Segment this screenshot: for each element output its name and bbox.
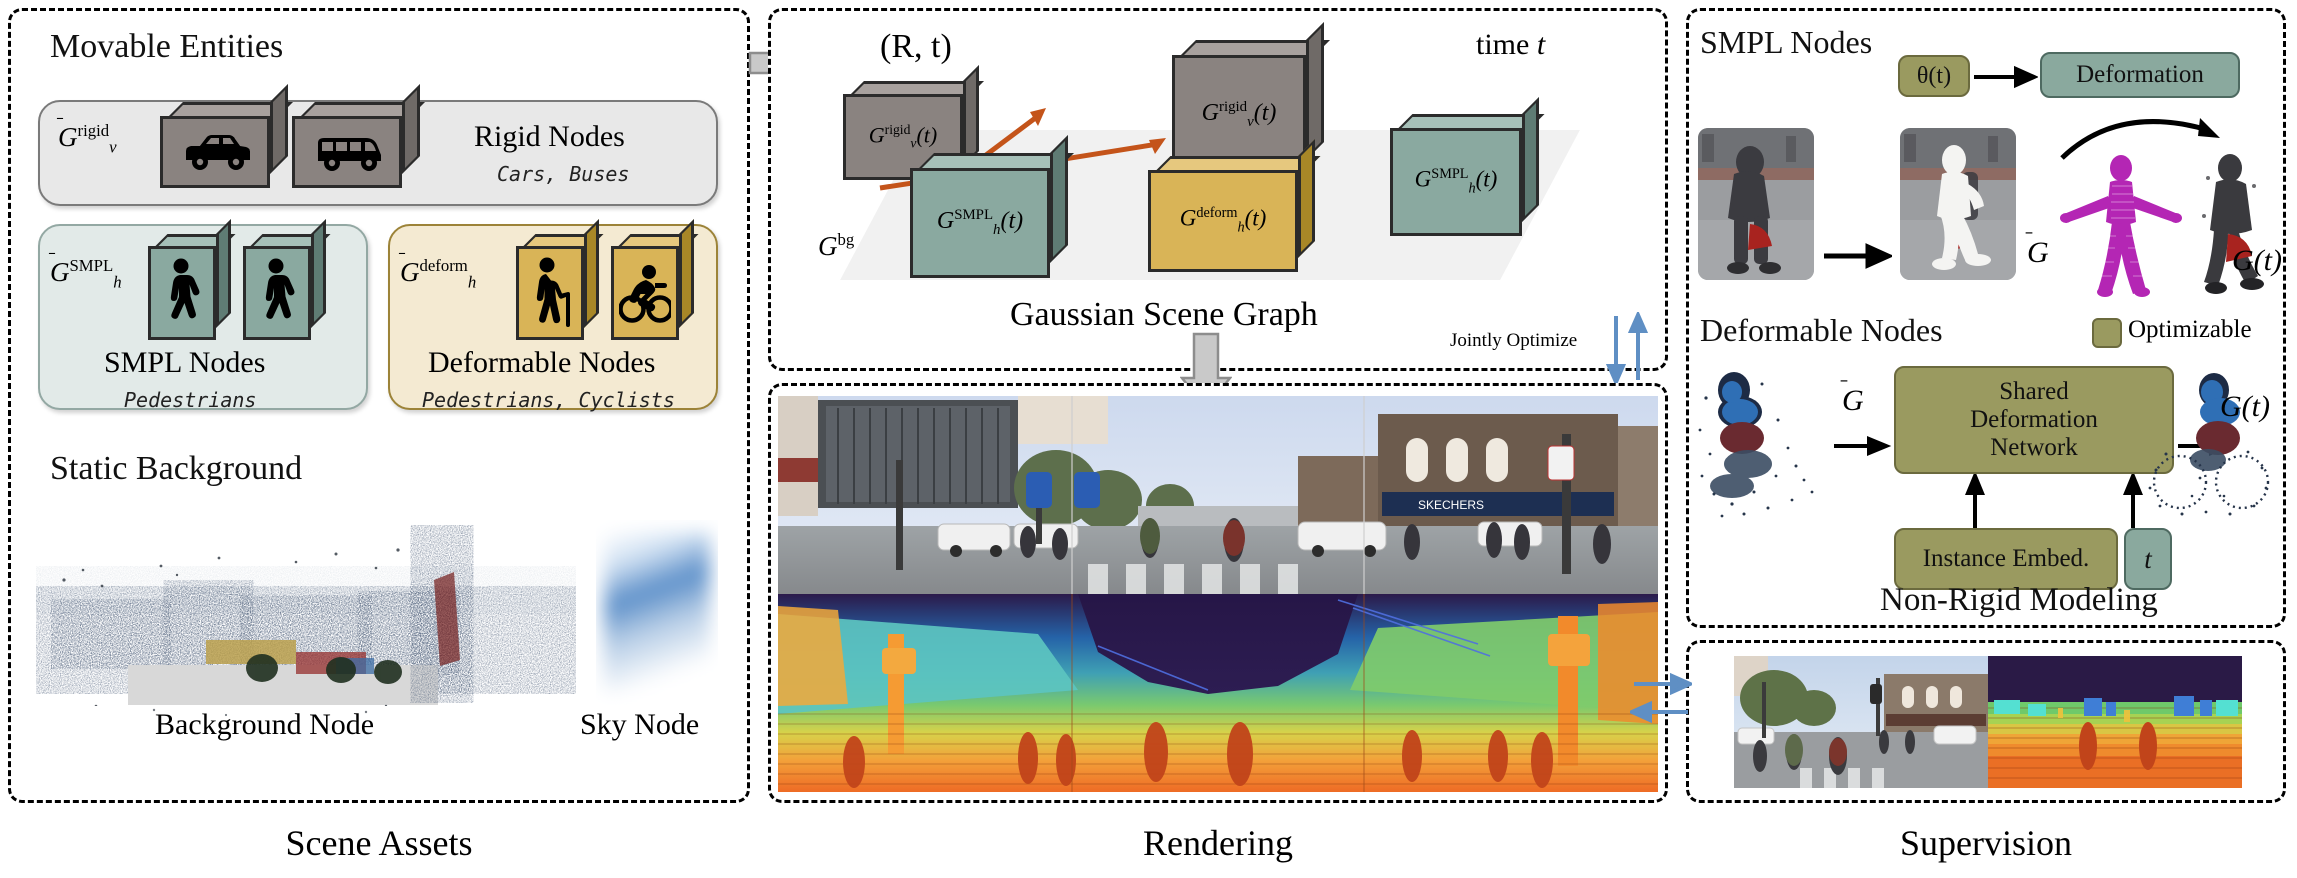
- cube-side-face: [311, 219, 326, 328]
- cyclist-icon: [611, 246, 679, 340]
- canonical-cyclist-pointcloud: [1692, 368, 1832, 528]
- deform-symbol-sup: deform: [419, 256, 468, 275]
- jointly-optimize-arrows: [1605, 310, 1649, 389]
- movable-entities-title: Movable Entities: [50, 28, 284, 65]
- deform-symbol-sub: h: [467, 272, 477, 292]
- cube-side-face: [584, 219, 599, 328]
- graph-node-label: Gdeformh(t): [1179, 205, 1267, 236]
- rigid-nodes-examples: Cars, Buses: [497, 162, 630, 186]
- deform-symbol: ̄ Gdeformh: [400, 256, 477, 292]
- cube-side-face: [963, 65, 979, 167]
- smpl-nodes-section-title: SMPL Nodes: [1700, 24, 1873, 60]
- canonical-human-pointcloud: [2058, 152, 2184, 298]
- cube-side-face: [216, 219, 231, 328]
- scene-assets-caption: Scene Assets: [285, 823, 473, 863]
- dynamic-symbol-deform: G(t): [2220, 390, 2270, 423]
- rigid-symbol-sub: v: [109, 137, 117, 157]
- rendering-caption: Rendering: [1143, 823, 1293, 863]
- pedestrian-icon: [148, 246, 216, 340]
- photo-to-smpl-arrow: [1824, 243, 1892, 269]
- instance-embed-arrow: [1965, 474, 1985, 528]
- bus-icon: [292, 116, 402, 188]
- pedestrian-icon: [243, 246, 311, 340]
- smpl-nodes-label: SMPL Nodes: [104, 346, 266, 379]
- deform-cube-cyclist: [611, 219, 699, 340]
- theta-to-deformation-arrow: [1974, 65, 2038, 89]
- non-rigid-modeling-title: Non-Rigid Modeling: [1880, 582, 2158, 618]
- graph-node-smpl-1: GSMPLh(t): [910, 135, 1074, 278]
- smpl-symbol-sup: SMPL: [69, 256, 114, 275]
- pedestrian-photo: [1698, 128, 1814, 280]
- smpl-nodes-examples: Pedestrians: [124, 388, 257, 412]
- shared-deformation-network-box: Shared Deformation Network: [1894, 366, 2174, 474]
- cube-side-face: [1306, 22, 1324, 160]
- rigid-cube-car: [160, 84, 293, 188]
- smpl-symbol-sub: h: [113, 272, 122, 292]
- supervision-link-arrows: [1627, 672, 1695, 733]
- rigid-symbol-sup: rigid: [77, 121, 110, 140]
- gaussian-scene-graph-title: Gaussian Scene Graph: [1010, 296, 1318, 333]
- rigid-cube-bus: [292, 84, 425, 188]
- deformable-nodes-examples: Pedestrians, Cyclists: [422, 388, 675, 412]
- time-token-box: t: [2124, 528, 2172, 590]
- graph-node-label: GSMPLh(t): [1414, 166, 1498, 197]
- optimizable-swatch-icon: [2092, 318, 2122, 348]
- smpl-mesh-photo: [1900, 128, 2016, 280]
- instance-embed-box: Instance Embed.: [1894, 528, 2118, 590]
- bg-symbol: Gbg: [818, 230, 855, 261]
- sky-node-label: Sky Node: [580, 708, 700, 741]
- car-icon: [160, 116, 270, 188]
- deformation-box: Deformation: [2040, 52, 2240, 98]
- time-var: t: [1536, 28, 1546, 61]
- transform-label: (R, t): [880, 28, 952, 65]
- supervision-caption: Supervision: [1899, 823, 2072, 863]
- time-label: time t: [1476, 28, 1545, 62]
- figure-root: Movable Entities ̄ Grigidv Rigid Nodes C…: [0, 0, 2297, 878]
- svg-text:SKECHERS: SKECHERS: [1418, 498, 1484, 512]
- time-token-arrow: [2123, 474, 2143, 528]
- network-line-2: Deformation: [1970, 406, 2098, 433]
- deformable-nodes-label: Deformable Nodes: [428, 346, 656, 379]
- graph-node-label: GSMPLh(t): [936, 207, 1024, 238]
- graph-node-label: Grigidv(t): [1201, 99, 1277, 130]
- cube-side-face: [679, 219, 694, 328]
- jointly-optimize-label: Jointly Optimize: [1450, 330, 1578, 351]
- canonical-to-network-arrow: [1834, 436, 1892, 456]
- background-node-label: Background Node: [155, 708, 375, 741]
- canonical-symbol-deform: ̄ G: [1842, 384, 1864, 417]
- graph-node-smpl-2: GSMPLh(t): [1390, 97, 1545, 236]
- rendered-depth-image: [778, 594, 1658, 792]
- cube-side-face: [1522, 97, 1539, 222]
- network-line-3: Network: [1990, 434, 2078, 461]
- gt-camera-image: [1734, 656, 1988, 788]
- time-label-text: time: [1476, 28, 1530, 61]
- deform-cube-cane: [516, 219, 604, 340]
- smpl-cube-1: [148, 219, 236, 340]
- sky-pointcloud: [596, 520, 718, 705]
- optimizable-legend-label: Optimizable: [2128, 316, 2252, 343]
- smpl-symbol: ̄ GSMPLh: [50, 256, 122, 292]
- deformable-nodes-section-title: Deformable Nodes: [1700, 312, 1943, 348]
- graph-node-rigid-2: Grigidv(t): [1172, 22, 1330, 175]
- graph-node-deform: Gdeformh(t): [1148, 139, 1321, 272]
- canonical-gaussian-symbol: ̄ G: [2027, 236, 2049, 269]
- lidar-depth-image: [1988, 656, 2242, 788]
- rigid-nodes-label: Rigid Nodes: [474, 120, 625, 153]
- bg-symbol-sup: bg: [837, 230, 855, 249]
- rigid-symbol: ̄ Grigidv: [58, 121, 117, 157]
- dynamic-gaussian-symbol: G(t): [2232, 244, 2282, 277]
- network-line-1: Shared: [1999, 378, 2069, 405]
- static-background-title: Static Background: [50, 450, 303, 487]
- rendered-rgb-image: SKECHERS: [778, 396, 1658, 594]
- walking-cane-icon: [516, 246, 584, 340]
- theta-box: θ(t): [1898, 55, 1970, 97]
- cube-side-face: [1050, 135, 1068, 263]
- smpl-cube-2: [243, 219, 331, 340]
